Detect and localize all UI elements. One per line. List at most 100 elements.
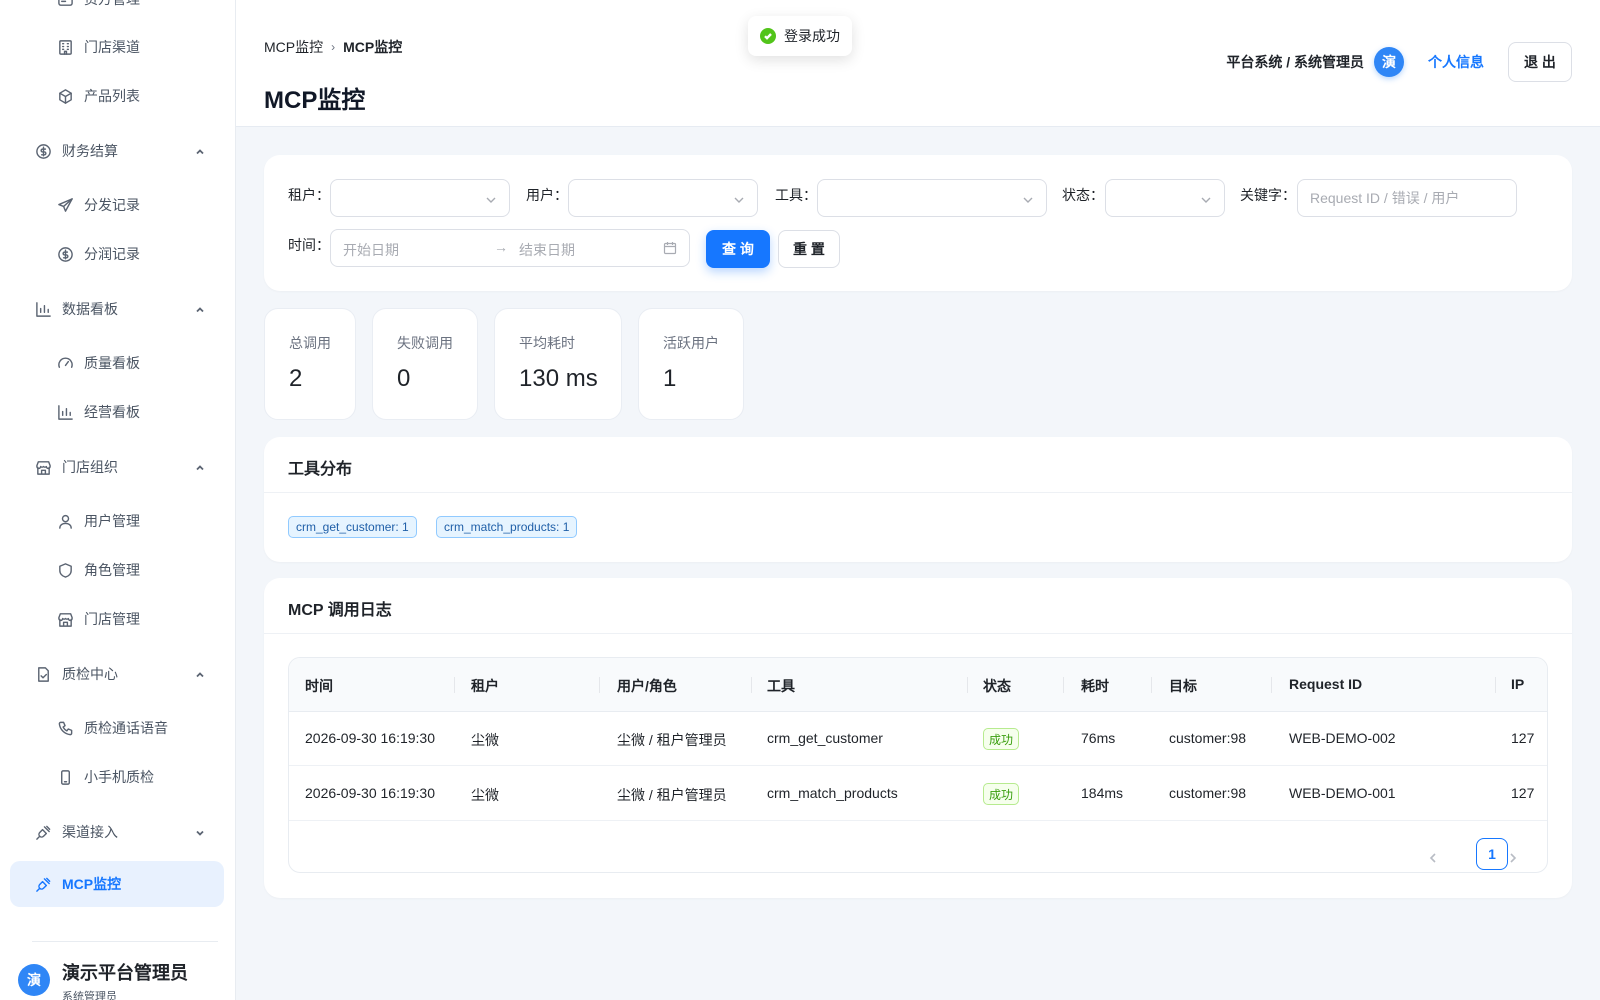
- query-button[interactable]: 查 询: [706, 230, 770, 268]
- cell-user-role: 尘微 / 租户管理员: [617, 787, 727, 803]
- page-number-button[interactable]: 1: [1476, 838, 1508, 870]
- header-user-area: 平台系统 / 系统管理员 演 个人信息 退 出: [1226, 42, 1572, 82]
- stat-value: 0: [397, 365, 411, 392]
- mobile-icon: [56, 768, 74, 786]
- status-label: 状态：: [1062, 187, 1104, 203]
- sidebar-item-business-board[interactable]: 经营看板: [10, 389, 224, 435]
- cell-tool: crm_match_products: [767, 785, 898, 801]
- tenant-label: 租户：: [288, 187, 330, 203]
- tenant-select[interactable]: [330, 179, 510, 217]
- status-badge: 成功: [983, 783, 1020, 805]
- date-range-picker[interactable]: 开始日期 → 结束日期: [330, 229, 690, 267]
- chevron-down-icon: [1022, 193, 1034, 205]
- cell-tenant: 尘微: [471, 732, 499, 748]
- stat-avg-latency: 平均耗时 130 ms: [494, 308, 622, 420]
- sidebar-item-stores[interactable]: 门店管理: [10, 596, 224, 642]
- tool-tag: crm_get_customer: 1: [288, 516, 417, 538]
- column-divider: [1271, 677, 1272, 693]
- stat-label: 活跃用户: [663, 335, 719, 351]
- check-circle-icon: [760, 28, 776, 44]
- column-divider: [1495, 677, 1496, 693]
- avatar[interactable]: 演: [1374, 47, 1404, 77]
- sidebar-item-quality-board[interactable]: 质量看板: [10, 340, 224, 386]
- next-page-icon[interactable]: [1507, 851, 1519, 863]
- arrow-right-icon: →: [494, 239, 508, 255]
- end-date-input[interactable]: 结束日期: [519, 240, 575, 260]
- cube-icon: [56, 87, 74, 105]
- breadcrumb-item[interactable]: MCP监控: [264, 37, 323, 57]
- reset-button[interactable]: 重 置: [778, 230, 840, 268]
- sidebar-item-label: 产品列表: [84, 88, 140, 104]
- card-title: 工具分布: [288, 461, 353, 478]
- cell-ip: 127: [1511, 785, 1535, 801]
- sidebar-divider: [32, 941, 218, 942]
- sidebar-item-investor[interactable]: 资方管理: [10, 0, 224, 22]
- column-divider: [454, 677, 455, 693]
- start-date-input[interactable]: 开始日期: [343, 240, 399, 260]
- keyword-input[interactable]: Request ID / 错误 / 用户: [1297, 179, 1517, 217]
- sidebar-item-store-org[interactable]: 门店组织: [10, 444, 224, 490]
- sidebar-item-dashboard[interactable]: 数据看板: [10, 286, 224, 332]
- chevron-up-icon: [194, 461, 206, 473]
- sidebar-item-channel-access[interactable]: 渠道接入: [10, 809, 224, 855]
- user-role: 系统管理员: [62, 991, 117, 1000]
- cell-user-role: 尘微 / 租户管理员: [617, 732, 727, 748]
- success-toast: 登录成功: [748, 16, 852, 56]
- chevron-down-icon: [733, 193, 745, 205]
- time-label: 时间：: [288, 237, 330, 253]
- stat-value: 1: [663, 365, 677, 392]
- sidebar-item-qc-center[interactable]: 质检中心: [10, 651, 224, 697]
- table-header: 时间 租户 用户/角色 工具 状态 耗时 目标 Request ID IP: [289, 658, 1547, 712]
- system-role-label: 平台系统 / 系统管理员: [1226, 54, 1364, 70]
- sidebar-item-roles[interactable]: 角色管理: [10, 547, 224, 593]
- sidebar-item-store-channel[interactable]: 门店渠道: [10, 24, 224, 70]
- sidebar-item-label: 财务结算: [62, 143, 118, 159]
- cell-time: 2026-09-30 16:19:30: [305, 730, 435, 746]
- sidebar-item-mcp-monitor[interactable]: MCP监控: [10, 861, 224, 907]
- column-divider: [1151, 677, 1152, 693]
- sidebar-item-mini-phone-qc[interactable]: 小手机质检: [10, 754, 224, 800]
- column-header: 时间: [305, 678, 333, 694]
- filter-panel: 租户： 用户： 工具： 状态： 关键字： Request ID / 错误 / 用…: [264, 155, 1572, 291]
- store-icon: [56, 610, 74, 628]
- sidebar-item-product-list[interactable]: 产品列表: [10, 73, 224, 119]
- page-title: MCP监控: [264, 87, 366, 114]
- table-row[interactable]: 2026-09-30 16:19:30 尘微 尘微 / 租户管理员 crm_ma…: [289, 767, 1547, 821]
- stat-failed-calls: 失败调用 0: [372, 308, 478, 420]
- shield-icon: [56, 561, 74, 579]
- column-header: 工具: [767, 678, 795, 694]
- column-header: Request ID: [1289, 676, 1363, 692]
- tool-select[interactable]: [817, 179, 1047, 217]
- call-log-card: MCP 调用日志 时间 租户 用户/角色 工具 状态 耗时 目标 Request…: [264, 578, 1572, 898]
- column-header: 用户/角色: [617, 678, 677, 694]
- table-row[interactable]: 2026-09-30 16:19:30 尘微 尘微 / 租户管理员 crm_ge…: [289, 712, 1547, 766]
- status-select[interactable]: [1105, 179, 1225, 217]
- sidebar-item-profit-share[interactable]: 分润记录: [10, 231, 224, 277]
- sidebar-item-qc-call-audio[interactable]: 质检通话语音: [10, 705, 224, 751]
- sidebar-item-finance[interactable]: 财务结算: [10, 128, 224, 174]
- sidebar-item-label: MCP监控: [62, 876, 122, 892]
- sidebar-item-distribution[interactable]: 分发记录: [10, 182, 224, 228]
- profile-link[interactable]: 个人信息: [1428, 52, 1484, 72]
- prev-page-icon[interactable]: [1427, 851, 1439, 863]
- user-select[interactable]: [568, 179, 758, 217]
- cell-target: customer:98: [1169, 730, 1247, 746]
- bar-chart-icon: [34, 300, 52, 318]
- chevron-up-icon: [194, 303, 206, 315]
- gauge-icon: [56, 354, 74, 372]
- sidebar-item-label: 经营看板: [84, 404, 140, 420]
- column-header: 状态: [983, 678, 1011, 694]
- calendar-icon: [663, 241, 677, 255]
- column-header: 租户: [471, 678, 499, 694]
- log-table: 时间 租户 用户/角色 工具 状态 耗时 目标 Request ID IP 20…: [288, 657, 1548, 873]
- sidebar-item-label: 数据看板: [62, 301, 118, 317]
- column-divider: [1063, 677, 1064, 693]
- sidebar-item-users[interactable]: 用户管理: [10, 498, 224, 544]
- send-icon: [56, 196, 74, 214]
- breadcrumb-separator: ›: [331, 40, 336, 54]
- logout-button[interactable]: 退 出: [1508, 42, 1572, 82]
- user-icon: [56, 512, 74, 530]
- sidebar-item-label: 角色管理: [84, 562, 140, 578]
- wallet-icon: [56, 0, 74, 8]
- cell-latency: 76ms: [1081, 730, 1116, 746]
